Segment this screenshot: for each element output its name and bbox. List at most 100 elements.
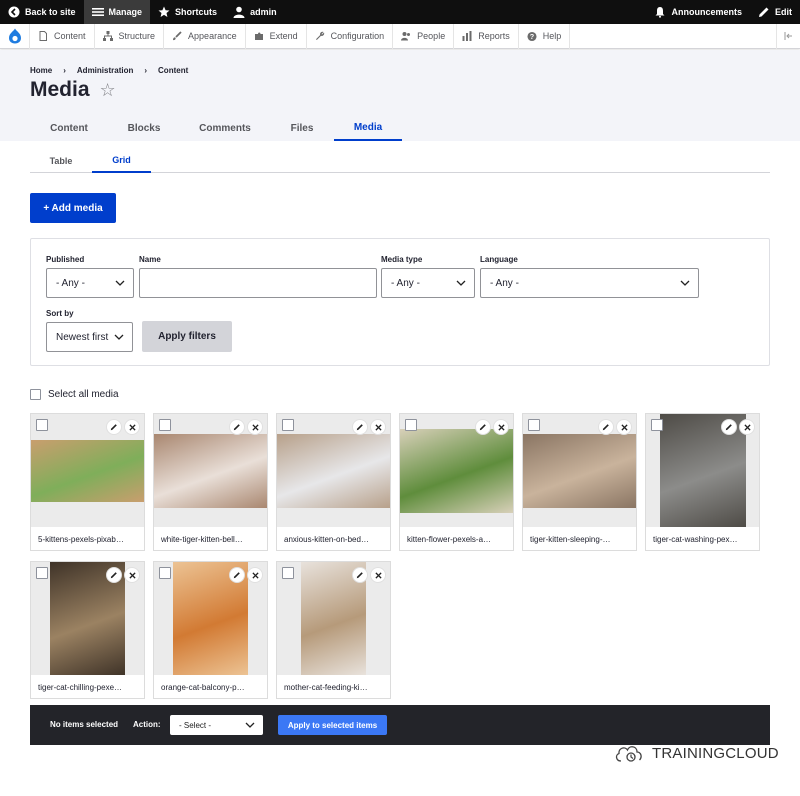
tray-item-reports[interactable]: Reports [454, 23, 519, 49]
edit-pencil-icon[interactable] [721, 419, 737, 435]
media-card[interactable]: tiger-cat-chilling-pexe… [30, 561, 145, 699]
media-type-value: - Any - [391, 277, 420, 289]
media-select-checkbox[interactable] [159, 567, 171, 579]
media-select-checkbox[interactable] [36, 419, 48, 431]
add-media-button[interactable]: + Add media [30, 193, 116, 223]
page-title: Media ☆ [30, 78, 116, 102]
breadcrumb-content[interactable]: Content [158, 66, 188, 75]
sort-by-select[interactable]: Newest first [46, 322, 133, 352]
media-card[interactable]: anxious-kitten-on-bed… [276, 413, 391, 551]
tray-item-help[interactable]: ? Help [519, 23, 571, 49]
remove-close-icon[interactable] [247, 419, 263, 435]
edit-pencil-icon[interactable] [352, 419, 368, 435]
select-all-checkbox[interactable] [30, 389, 41, 400]
bell-icon [654, 6, 666, 18]
media-caption[interactable]: tiger-cat-chilling-pexe… [31, 675, 144, 699]
name-input[interactable] [139, 268, 377, 298]
media-select-checkbox[interactable] [36, 567, 48, 579]
tray-orientation-toggle-icon[interactable] [776, 23, 800, 49]
media-select-checkbox[interactable] [282, 567, 294, 579]
media-type-select[interactable]: - Any - [381, 268, 475, 298]
breadcrumb-administration[interactable]: Administration [77, 66, 133, 75]
remove-close-icon[interactable] [370, 419, 386, 435]
remove-close-icon[interactable] [124, 567, 140, 583]
help-icon: ? [527, 31, 537, 41]
edit-pencil-icon[interactable] [106, 567, 122, 583]
tab-table[interactable]: Table [30, 148, 92, 173]
page-title-text: Media [30, 78, 90, 101]
language-value: - Any - [490, 277, 519, 289]
media-card[interactable]: tiger-kitten-sleeping-… [522, 413, 637, 551]
media-card[interactable]: 5-kittens-pexels-pixab… [30, 413, 145, 551]
remove-close-icon[interactable] [124, 419, 140, 435]
tray-item-appearance[interactable]: Appearance [164, 23, 246, 49]
tab-media[interactable]: Media [334, 115, 402, 141]
media-caption[interactable]: white-tiger-kitten-bell… [154, 527, 267, 551]
media-select-checkbox[interactable] [405, 419, 417, 431]
media-caption[interactable]: 5-kittens-pexels-pixab… [31, 527, 144, 551]
media-caption[interactable]: orange-cat-balcony-p… [154, 675, 267, 699]
media-select-checkbox[interactable] [528, 419, 540, 431]
action-select[interactable]: - Select - [170, 715, 263, 735]
drupal-logo-icon[interactable] [0, 23, 30, 49]
user-tab[interactable]: admin [225, 0, 285, 24]
remove-close-icon[interactable] [247, 567, 263, 583]
edit-pencil-icon[interactable] [106, 419, 122, 435]
media-card[interactable]: orange-cat-balcony-p… [153, 561, 268, 699]
admin-tray: Content Structure Appearance Extend Conf… [0, 23, 800, 49]
media-card[interactable]: mother-cat-feeding-ki… [276, 561, 391, 699]
select-all-media[interactable]: Select all media [30, 389, 119, 400]
tab-grid[interactable]: Grid [92, 148, 151, 173]
edit-pencil-icon[interactable] [229, 419, 245, 435]
tray-item-extend[interactable]: Extend [246, 23, 307, 49]
media-select-checkbox[interactable] [159, 419, 171, 431]
brand-text: TRAININGCLOUD [652, 744, 779, 762]
edit-pencil-icon[interactable] [352, 567, 368, 583]
shortcuts-tab[interactable]: Shortcuts [150, 0, 225, 24]
tab-comments[interactable]: Comments [180, 115, 270, 141]
media-caption[interactable]: anxious-kitten-on-bed… [277, 527, 390, 551]
language-select[interactable]: - Any - [480, 268, 699, 298]
edit-tab[interactable]: Edit [750, 0, 800, 24]
tab-files[interactable]: Files [270, 115, 334, 141]
breadcrumb-home[interactable]: Home [30, 66, 52, 75]
back-to-site-link[interactable]: Back to site [0, 0, 84, 24]
tray-item-configuration[interactable]: Configuration [307, 23, 394, 49]
edit-pencil-icon[interactable] [475, 419, 491, 435]
media-select-checkbox[interactable] [651, 419, 663, 431]
remove-close-icon[interactable] [616, 419, 632, 435]
media-caption[interactable]: mother-cat-feeding-ki… [277, 675, 390, 699]
apply-filters-button[interactable]: Apply filters [142, 321, 232, 352]
media-card[interactable]: kitten-flower-pexels-a… [399, 413, 514, 551]
media-image [154, 433, 267, 508]
remove-close-icon[interactable] [493, 419, 509, 435]
media-select-checkbox[interactable] [282, 419, 294, 431]
published-label: Published [46, 255, 85, 264]
edit-pencil-icon[interactable] [598, 419, 614, 435]
published-select[interactable]: - Any - [46, 268, 134, 298]
people-icon [401, 31, 411, 41]
media-card[interactable]: white-tiger-kitten-bell… [153, 413, 268, 551]
tray-item-label: Structure [118, 31, 156, 41]
tab-blocks[interactable]: Blocks [108, 115, 180, 141]
breadcrumb-separator-icon: › [63, 66, 66, 75]
media-caption[interactable]: tiger-cat-washing-pex… [646, 527, 759, 551]
remove-close-icon[interactable] [370, 567, 386, 583]
tab-content[interactable]: Content [30, 115, 108, 141]
remove-close-icon[interactable] [739, 419, 755, 435]
apply-to-selected-button[interactable]: Apply to selected items [278, 715, 387, 735]
tray-item-structure[interactable]: Structure [95, 23, 165, 49]
tray-item-content[interactable]: Content [30, 23, 95, 49]
media-caption[interactable]: kitten-flower-pexels-a… [400, 527, 513, 551]
selection-status: No items selected [50, 720, 119, 729]
media-card[interactable]: tiger-cat-washing-pex… [645, 413, 760, 551]
tray-item-people[interactable]: People [393, 23, 455, 49]
chevron-down-icon [456, 280, 466, 286]
manage-tab[interactable]: Manage [83, 0, 151, 24]
announcements-tab[interactable]: Announcements [646, 0, 750, 24]
media-type-label: Media type [381, 255, 423, 264]
media-caption[interactable]: tiger-kitten-sleeping-… [523, 527, 636, 551]
shortcut-star-icon[interactable]: ☆ [100, 80, 116, 101]
user-label: admin [250, 7, 277, 17]
edit-pencil-icon[interactable] [229, 567, 245, 583]
